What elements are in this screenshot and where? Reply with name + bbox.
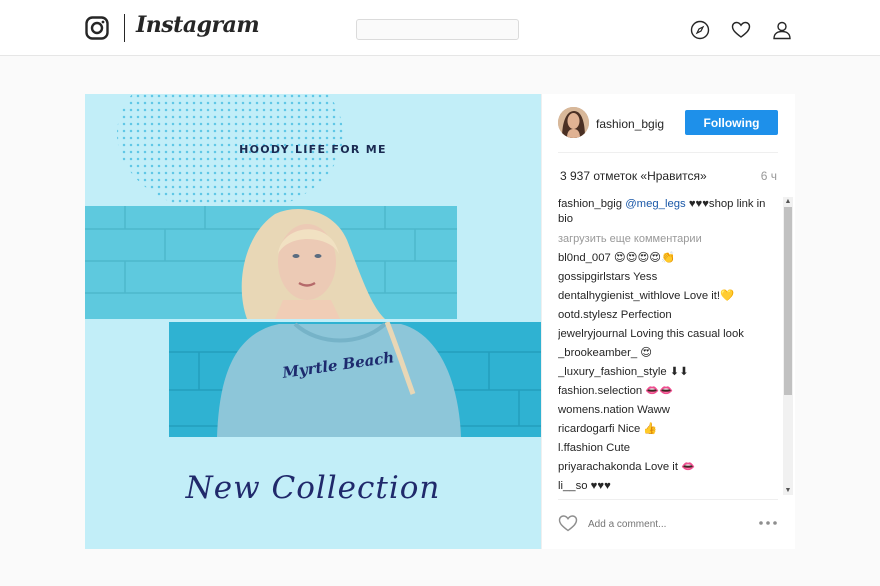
comment-item: ricardogarfi Nice 👍 <box>558 420 780 439</box>
post-sidebar: fashion_bgig Following 3 937 отметок «Нр… <box>541 94 795 549</box>
instagram-wordmark[interactable]: Instagram <box>136 12 260 38</box>
load-more-comments-link[interactable]: загрузить еще комментарии <box>558 230 780 249</box>
activity-heart-icon[interactable] <box>731 20 751 40</box>
comment-item: gossipgirlstars Yess <box>558 268 780 287</box>
comments-divider <box>558 499 778 500</box>
comment-username[interactable]: jewelryjournal <box>558 328 627 340</box>
following-button[interactable]: Following <box>685 110 778 135</box>
comment-username[interactable]: ricardogarfi <box>558 423 615 435</box>
comment-text: Cute <box>606 442 631 454</box>
comment-text: ⬇⬇ <box>669 366 689 378</box>
comment-text: Love it!💛 <box>683 290 735 302</box>
likes-count[interactable]: 3 937 отметок «Нравится» <box>560 169 707 183</box>
comment-username[interactable]: ootd.stylesz <box>558 309 618 321</box>
comment-text: Nice 👍 <box>617 423 658 435</box>
comment-item: jewelryjournal Loving this casual look <box>558 325 780 344</box>
comment-text: Loving this casual look <box>630 328 744 340</box>
comment-username[interactable]: _luxury_fashion_style <box>558 366 667 378</box>
comment-item: fashion.selection 👄👄 <box>558 382 780 401</box>
caption-mention[interactable]: @meg_legs <box>625 198 685 210</box>
comment-username[interactable]: priyarachakonda <box>558 461 642 473</box>
comment-username[interactable]: li__so <box>558 480 588 492</box>
comment-username[interactable]: dentalhygienist_withlove <box>558 290 680 302</box>
profile-user-icon[interactable] <box>772 20 792 40</box>
caption-username[interactable]: fashion_bgig <box>558 198 622 210</box>
comment-text: Perfection <box>620 309 672 321</box>
add-comment-input[interactable] <box>586 514 730 534</box>
comment-username[interactable]: fashion.selection <box>558 385 642 397</box>
comment-text: 😍 <box>640 347 653 359</box>
comment-item: dentalhygienist_withlove Love it!💛 <box>558 287 780 306</box>
comment-username[interactable]: womens.nation <box>558 404 634 416</box>
scroll-up-arrow-icon[interactable]: ▲ <box>783 197 793 206</box>
photo-strip-top <box>85 206 457 319</box>
more-options-icon[interactable] <box>758 518 778 528</box>
comment-text: Yess <box>633 271 658 283</box>
comments-list[interactable]: fashion_bgig @meg_legs ♥♥♥shop link in b… <box>558 197 780 495</box>
explore-compass-icon[interactable] <box>690 20 710 40</box>
comment-item: _luxury_fashion_style ⬇⬇ <box>558 363 780 382</box>
author-avatar[interactable] <box>558 107 589 138</box>
comment-username[interactable]: gossipgirlstars <box>558 271 630 283</box>
caption: fashion_bgig @meg_legs ♥♥♥shop link in b… <box>558 197 780 227</box>
instagram-camera-icon[interactable] <box>85 16 109 40</box>
search-input[interactable] <box>356 19 519 40</box>
photo-strip-bottom: Myrtle Beach <box>169 322 541 437</box>
comment-text: Love it 👄 <box>644 461 696 473</box>
comment-item: ootd.stylesz Perfection <box>558 306 780 325</box>
like-heart-icon[interactable] <box>558 514 578 532</box>
logo-divider <box>124 14 125 42</box>
comment-item: priyarachakonda Love it 👄 <box>558 458 780 477</box>
top-navigation-bar: Instagram <box>0 0 880 56</box>
comment-username[interactable]: _brookeamber_ <box>558 347 637 359</box>
comment-text: ♥♥♥ <box>590 480 611 492</box>
header-divider <box>558 152 778 153</box>
comments-scrollbar[interactable]: ▲ ▼ <box>783 197 793 495</box>
comment-text: 👄👄 <box>645 385 674 397</box>
author-username[interactable]: fashion_bgig <box>596 117 664 131</box>
comment-item: bl0nd_007 😍😍😍😍👏 <box>558 249 780 268</box>
comment-item: l.ffashion Cute <box>558 439 780 458</box>
comment-item: womens.nation Waww <box>558 401 780 420</box>
comment-username[interactable]: bl0nd_007 <box>558 252 611 264</box>
post-time: 6 ч <box>760 169 777 183</box>
comment-item: _brookeamber_ 😍 <box>558 344 780 363</box>
image-headline: HOODY LIFE FOR ME <box>239 143 387 156</box>
scrollbar-thumb[interactable] <box>784 207 792 395</box>
comment-item: li__so ♥♥♥ <box>558 477 780 495</box>
comment-text: Waww <box>637 404 670 416</box>
comment-username[interactable]: l.ffashion <box>558 442 603 454</box>
post-image[interactable]: HOODY LIFE FOR ME Myrtle Beach New Colle… <box>85 94 541 549</box>
image-collection-title: New Collection <box>185 470 441 506</box>
scroll-down-arrow-icon[interactable]: ▼ <box>783 486 793 495</box>
comment-text: 😍😍😍😍👏 <box>613 252 676 264</box>
post-card: HOODY LIFE FOR ME Myrtle Beach New Colle… <box>85 94 795 549</box>
